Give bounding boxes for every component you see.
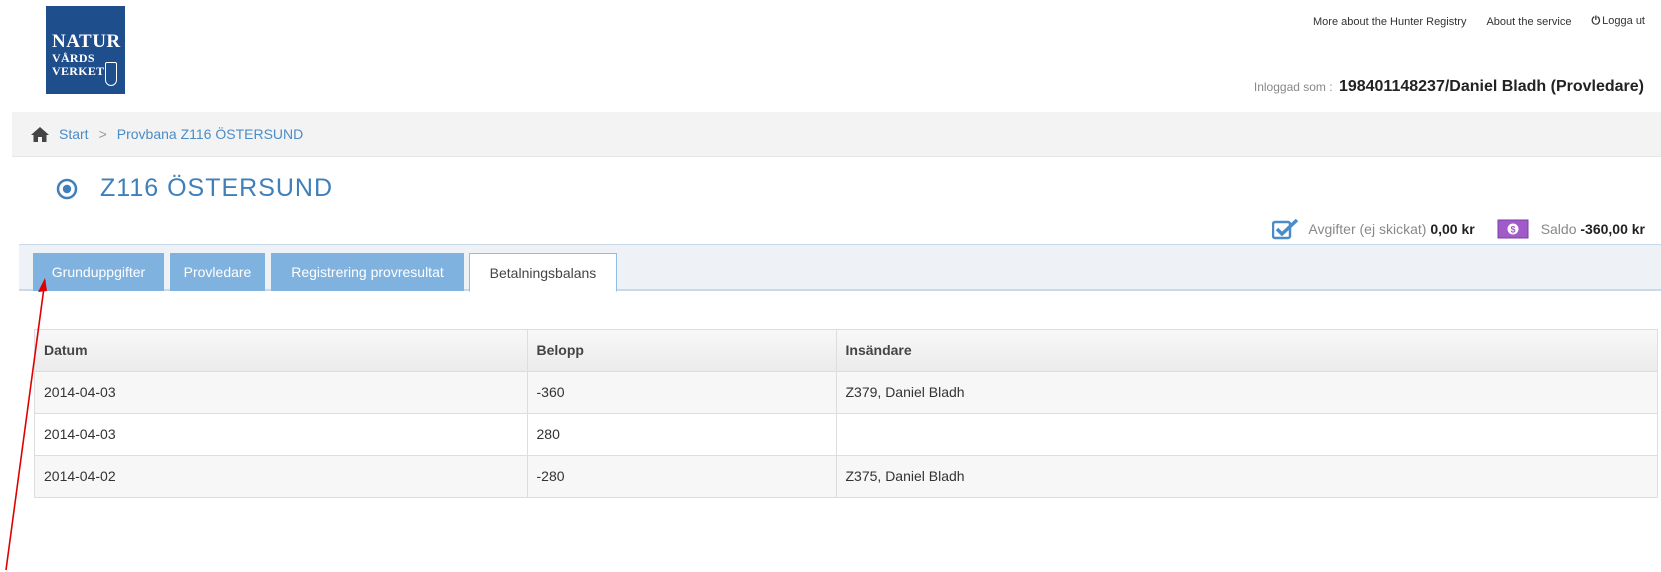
logged-in-label: Inloggad som : — [1253, 80, 1333, 94]
cell-belopp: 280 — [527, 412, 837, 455]
breadcrumb-separator: > — [98, 126, 107, 142]
logged-in-user: 198401148237/Daniel Bladh (Provledare) — [1338, 78, 1644, 95]
crown-crest-icon — [105, 62, 117, 86]
breadcrumb: Start > Provbana Z116 ÖSTERSUND — [12, 112, 1661, 157]
cell-datum: 2014-04-03 — [35, 412, 528, 455]
logout-link[interactable]: ⏻ Logga ut — [1591, 15, 1645, 28]
tab-registrering-provresultat[interactable]: Registrering provresultat — [271, 253, 464, 291]
cell-datum: 2014-04-03 — [35, 370, 528, 413]
breadcrumb-start-link[interactable]: Start — [59, 126, 89, 142]
balance-summary: Avgifter (ej skickat) 0,00 kr $ Saldo -3… — [1272, 218, 1645, 240]
svg-text:$: $ — [1510, 225, 1515, 235]
home-icon[interactable] — [30, 126, 50, 143]
cell-belopp: -360 — [527, 370, 837, 413]
tab-betalningsbalans[interactable]: Betalningsbalans — [469, 253, 617, 292]
cell-datum: 2014-04-02 — [35, 454, 528, 497]
payment-balance-table: Datum Belopp Insändare 2014-04-03 -360 Z… — [34, 329, 1658, 498]
page-title: Z116 ÖSTERSUND — [100, 174, 334, 202]
checkbox-checked-icon — [1272, 218, 1299, 240]
naturvardsverket-logo[interactable]: NATUR VÅRDS VERKET — [46, 6, 125, 94]
target-icon — [56, 178, 78, 200]
more-about-hunter-registry-link[interactable]: More about the Hunter Registry — [1313, 16, 1466, 28]
tab-bar: Grunduppgifter Provledare Registrering p… — [19, 244, 1661, 292]
tab-provledare[interactable]: Provledare — [170, 253, 265, 291]
cell-insandare: Z379, Daniel Bladh — [836, 370, 1657, 413]
table-row: 2014-04-03 280 — [35, 412, 1657, 455]
balance-value: -360,00 kr — [1580, 221, 1645, 237]
page-header: Z116 ÖSTERSUND — [56, 174, 333, 203]
cell-insandare — [836, 412, 1657, 455]
table-header-row: Datum Belopp Insändare — [35, 330, 1657, 372]
column-header-datum[interactable]: Datum — [35, 330, 528, 372]
power-icon: ⏻ — [1591, 15, 1601, 27]
logo-line-1: NATUR — [52, 31, 121, 52]
fees-label: Avgifter (ej skickat) — [1308, 221, 1427, 237]
balance-label: Saldo — [1540, 221, 1577, 237]
tab-grunduppgifter[interactable]: Grunduppgifter — [33, 253, 164, 291]
column-header-belopp[interactable]: Belopp — [527, 330, 837, 372]
money-icon: $ — [1497, 219, 1529, 239]
top-navigation: More about the Hunter Registry About the… — [1313, 15, 1645, 28]
cell-belopp: -280 — [527, 454, 837, 497]
about-service-link[interactable]: About the service — [1486, 16, 1571, 28]
logged-in-info: Inloggad som : 198401148237/Daniel Bladh… — [1254, 78, 1644, 96]
table-row: 2014-04-03 -360 Z379, Daniel Bladh — [35, 370, 1657, 413]
fees-value: 0,00 kr — [1430, 221, 1475, 237]
column-header-insandare[interactable]: Insändare — [836, 330, 1657, 372]
cell-insandare: Z375, Daniel Bladh — [836, 454, 1657, 497]
table-row: 2014-04-02 -280 Z375, Daniel Bladh — [35, 454, 1657, 497]
breadcrumb-current-link[interactable]: Provbana Z116 ÖSTERSUND — [117, 126, 303, 142]
logout-label: Logga ut — [1602, 15, 1645, 27]
